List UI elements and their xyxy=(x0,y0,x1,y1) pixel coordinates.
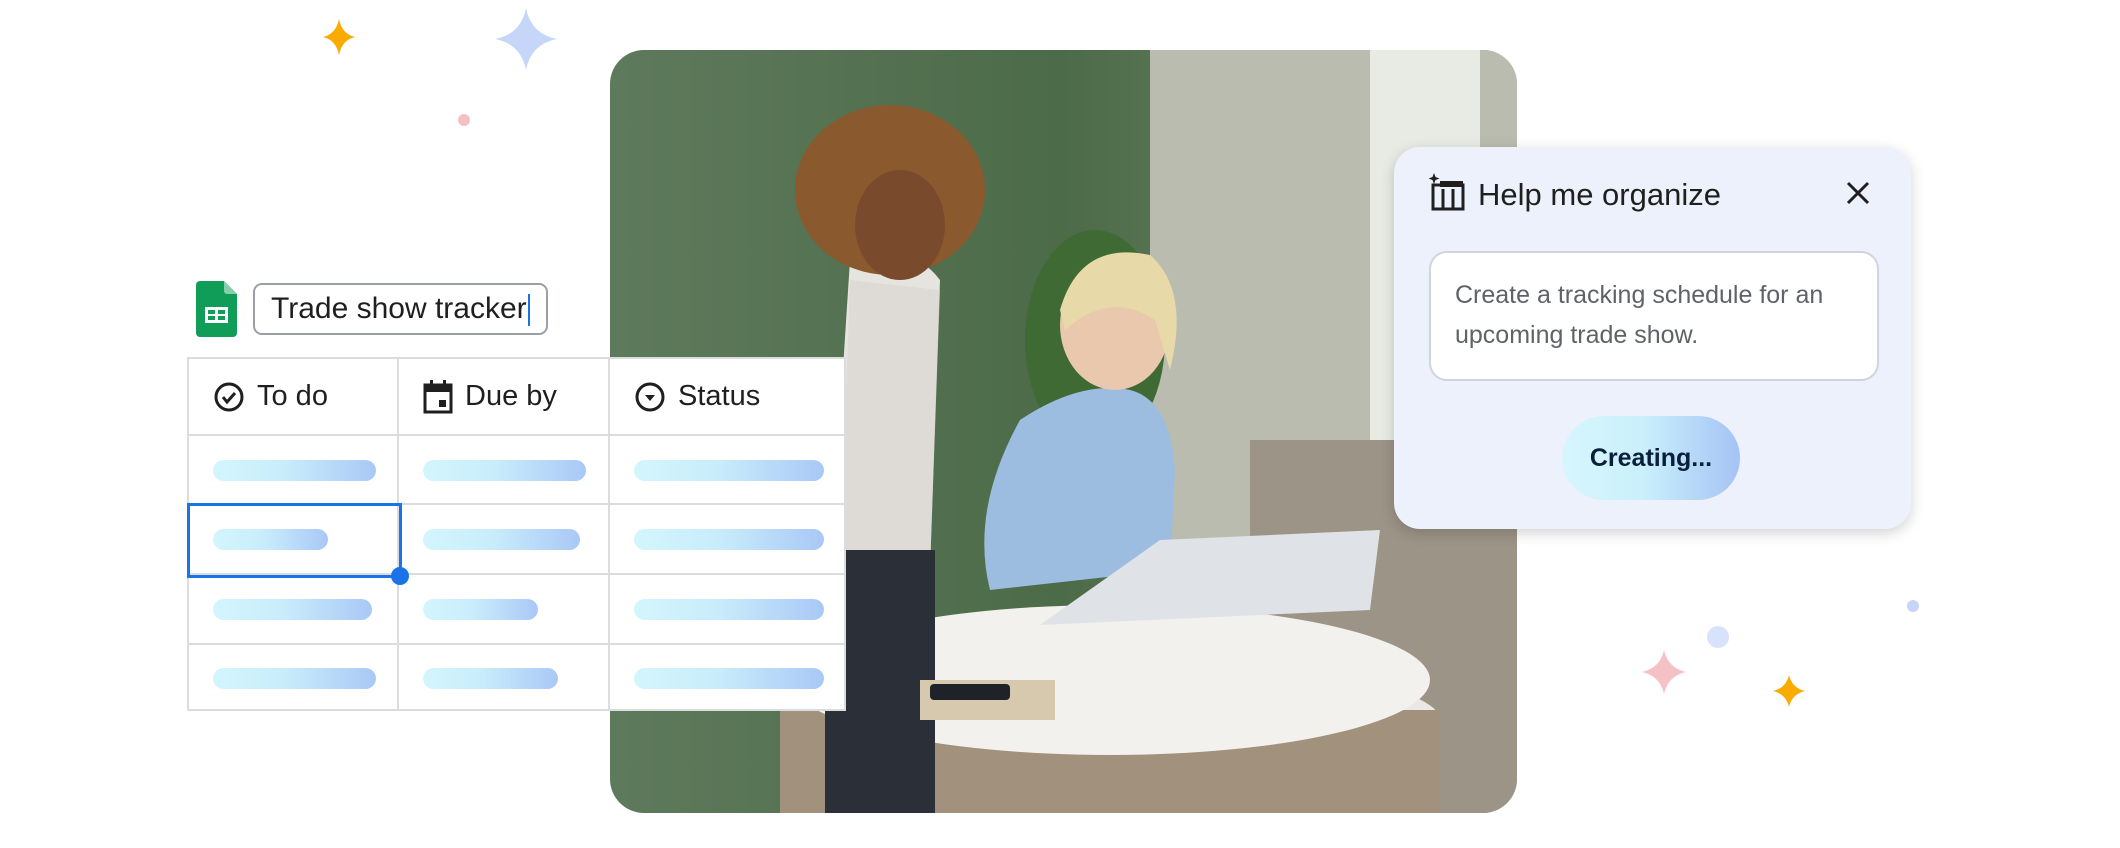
column-header-status[interactable]: Status xyxy=(610,359,846,436)
dot-icon xyxy=(458,114,470,126)
table-cell[interactable] xyxy=(399,436,610,505)
dot-icon xyxy=(1707,626,1729,648)
prompt-input[interactable]: Create a tracking schedule for an upcomi… xyxy=(1429,251,1879,381)
google-sheets-icon xyxy=(196,281,237,337)
table-cell[interactable] xyxy=(399,575,610,645)
table-cell[interactable] xyxy=(189,436,399,505)
table-cell[interactable] xyxy=(610,645,846,711)
sparkle-icon xyxy=(495,8,557,70)
calendar-icon xyxy=(423,379,453,413)
check-circle-icon xyxy=(214,382,244,411)
close-icon[interactable] xyxy=(1845,180,1871,206)
sheet-title-input[interactable]: Trade show tracker xyxy=(253,283,548,335)
sparkle-icon xyxy=(1773,675,1805,707)
panel-title: Help me organize xyxy=(1478,177,1721,212)
table-cell[interactable] xyxy=(610,436,846,505)
help-me-organize-panel: Help me organize Create a tracking sched… xyxy=(1394,147,1911,529)
table-cell[interactable] xyxy=(189,645,399,711)
table-cell[interactable] xyxy=(399,505,610,575)
table-cell[interactable] xyxy=(610,505,846,575)
column-header-todo[interactable]: To do xyxy=(189,359,399,436)
sparkle-icon xyxy=(1642,650,1686,694)
sparkle-icon xyxy=(323,19,355,55)
table-sparkle-icon xyxy=(1429,173,1465,211)
dot-icon xyxy=(1907,600,1919,612)
creating-button[interactable]: Creating... xyxy=(1562,416,1740,500)
selected-cell-outline xyxy=(187,503,402,578)
table-cell[interactable] xyxy=(610,575,846,645)
text-cursor xyxy=(527,294,530,327)
spreadsheet-table: To do Due by Status xyxy=(187,357,846,711)
dropdown-circle-icon xyxy=(635,382,665,411)
table-cell[interactable] xyxy=(189,575,399,645)
table-cell[interactable] xyxy=(399,645,610,711)
column-header-due-by[interactable]: Due by xyxy=(399,359,610,436)
fill-handle[interactable] xyxy=(391,567,409,585)
